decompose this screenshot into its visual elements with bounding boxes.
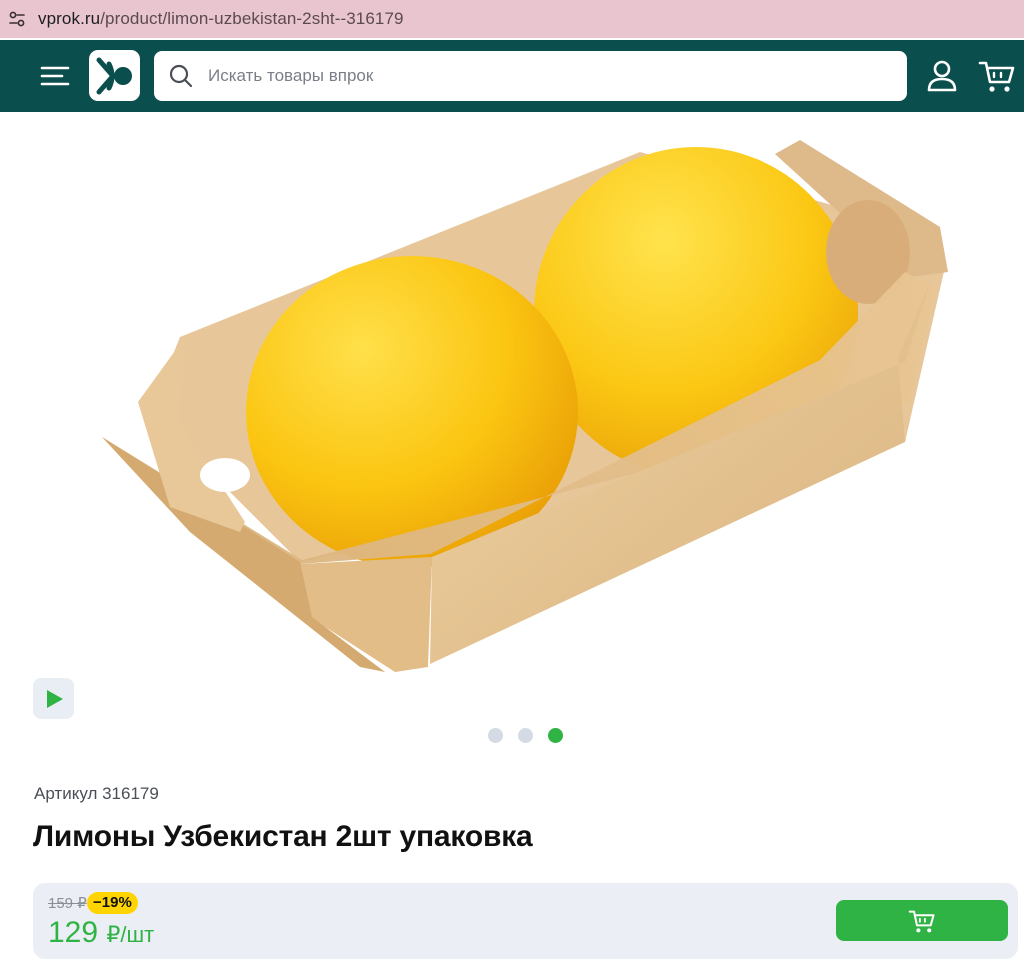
search-bar[interactable] — [154, 51, 907, 101]
gallery-dot-1[interactable] — [488, 728, 503, 743]
gallery-pagination — [488, 728, 563, 743]
browser-address-bar: vprok.ru/product/limon-uzbekistan-2sht--… — [0, 0, 1024, 38]
gallery-dot-2[interactable] — [518, 728, 533, 743]
header-cart-button[interactable] — [978, 58, 1016, 94]
video-play-button[interactable] — [33, 678, 74, 719]
old-price: 159 ₽ — [48, 895, 87, 912]
add-to-cart-button[interactable] — [836, 900, 1008, 941]
vprok-logo-icon — [96, 57, 132, 94]
product-gallery[interactable] — [0, 112, 1024, 712]
site-logo[interactable] — [89, 50, 140, 101]
current-price-value: 129 — [48, 916, 99, 949]
play-icon — [46, 689, 63, 708]
url-path: /product/limon-uzbekistan-2sht--316179 — [100, 9, 404, 28]
lemons-product-image — [102, 140, 948, 672]
search-icon[interactable] — [168, 63, 194, 89]
site-header — [0, 40, 1024, 112]
cart-icon — [908, 910, 935, 932]
cart-icon — [978, 61, 1015, 92]
user-icon — [927, 60, 957, 92]
address-url[interactable]: vprok.ru/product/limon-uzbekistan-2sht--… — [38, 9, 404, 29]
menu-button[interactable] — [40, 62, 70, 90]
profile-button[interactable] — [925, 58, 959, 94]
hamburger-menu-icon — [40, 66, 70, 86]
site-settings-icon[interactable] — [4, 6, 30, 32]
price-unit: ₽/шт — [106, 922, 155, 947]
product-sku: Артикул 316179 — [34, 784, 159, 803]
current-price: 129 ₽/шт — [48, 916, 154, 950]
url-host: vprok.ru — [38, 9, 101, 28]
product-title: Лимоны Узбекистан 2шт упаковка — [33, 820, 533, 853]
gallery-dot-3[interactable] — [548, 728, 563, 743]
discount-badge: −19% — [87, 892, 138, 914]
price-panel: 159 ₽ −19% 129 ₽/шт — [33, 883, 1018, 959]
search-input[interactable] — [208, 66, 868, 86]
